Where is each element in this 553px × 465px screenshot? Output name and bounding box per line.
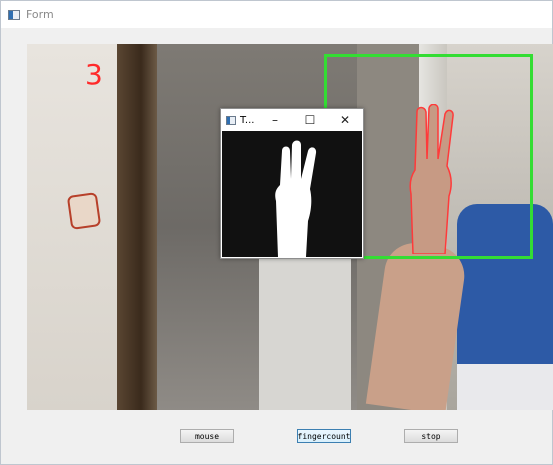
threshold-window[interactable]: T... – ☐ ✕ — [220, 108, 364, 259]
maximize-icon[interactable]: ☐ — [300, 111, 320, 129]
fingercount-button[interactable]: fingercount — [297, 429, 351, 443]
minimize-icon[interactable]: – — [265, 111, 285, 129]
background-sticker — [66, 192, 102, 230]
background-sleeve — [457, 364, 553, 410]
close-icon[interactable]: ✕ — [335, 111, 355, 129]
app-window-icon — [8, 9, 20, 20]
background-inner-door — [259, 254, 351, 410]
threshold-window-titlebar[interactable]: T... – ☐ ✕ — [221, 109, 363, 131]
hand-mask-shape — [275, 140, 317, 257]
window-title: Form — [26, 8, 54, 21]
finger-count-label: 3 — [85, 58, 103, 91]
app-window-icon — [226, 115, 236, 125]
stop-button[interactable]: stop — [404, 429, 458, 443]
main-window: Form 3 T... – ☐ ✕ mouse fingercount stop — [0, 0, 553, 465]
hand-mask-view — [222, 131, 362, 257]
threshold-window-title: T... — [240, 114, 255, 126]
mouse-button[interactable]: mouse — [180, 429, 234, 443]
title-bar[interactable]: Form — [1, 1, 552, 28]
background-door-frame — [117, 44, 157, 410]
